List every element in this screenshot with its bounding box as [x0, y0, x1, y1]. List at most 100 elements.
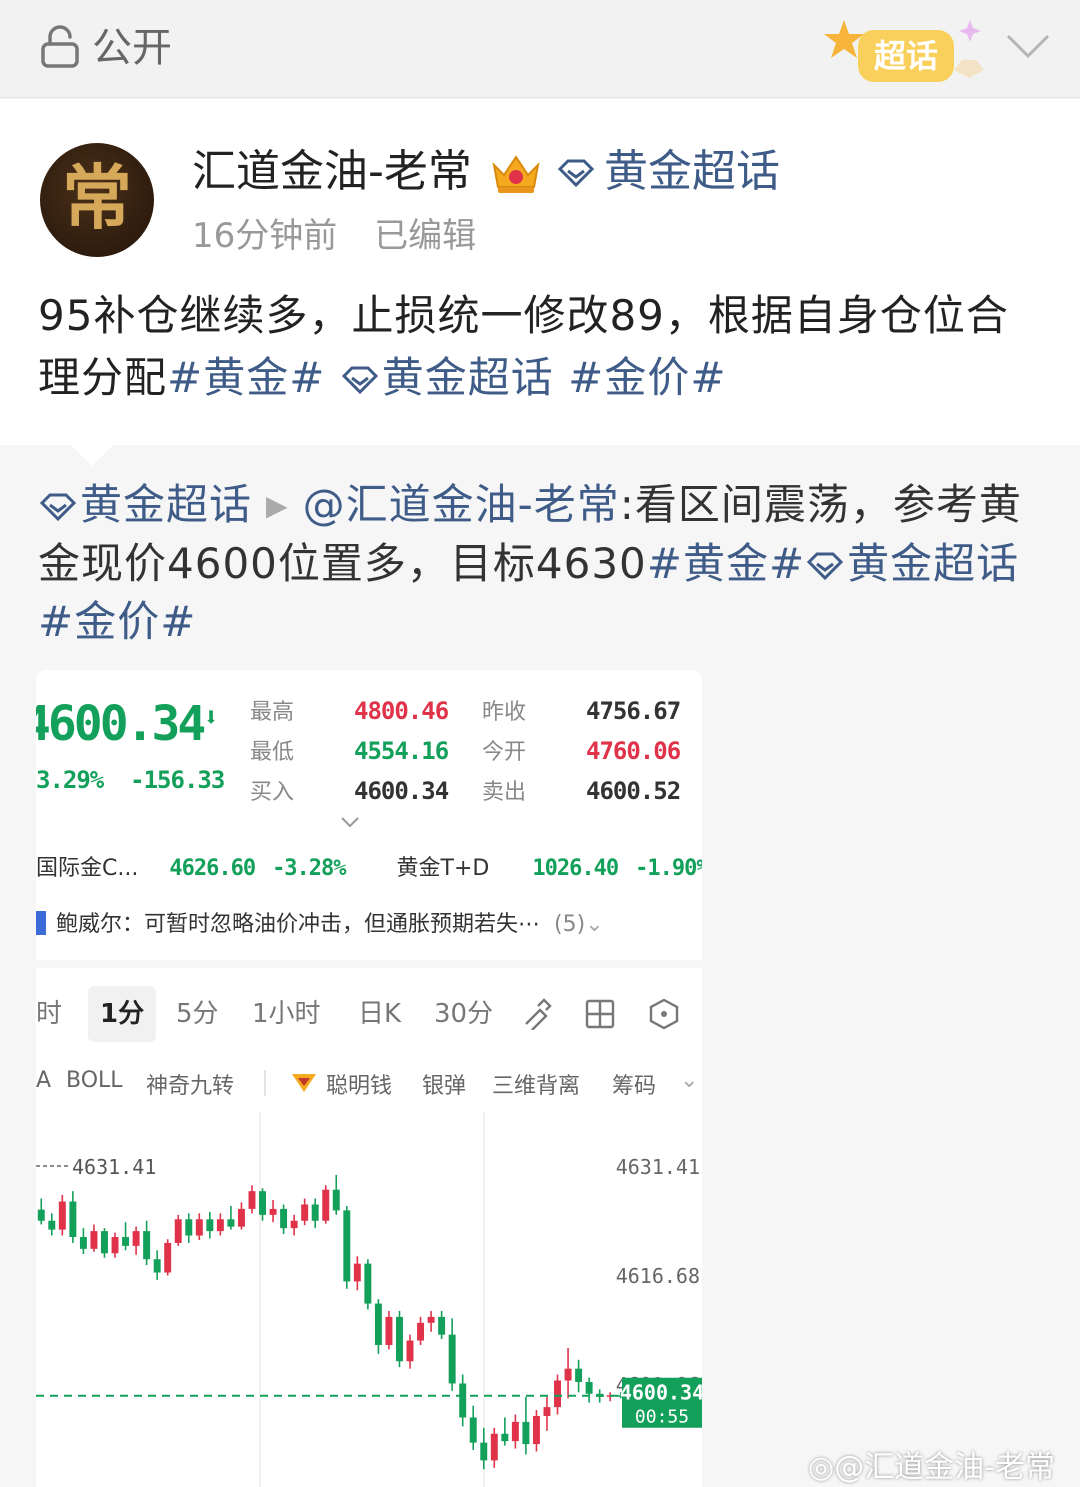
candle-50 — [564, 1368, 572, 1381]
candle-49 — [554, 1380, 561, 1408]
candle-19 — [237, 1208, 245, 1227]
candle-44 — [501, 1433, 509, 1442]
candle-38 — [438, 1316, 446, 1335]
related-quotes[interactable]: 国际金C... 4626.60 -3.28% 黄金T+D 1026.40 -1.… — [36, 850, 702, 882]
candle-32 — [374, 1303, 382, 1345]
tab-timeshare[interactable]: 时 — [36, 986, 62, 1042]
low-label: 最低 — [250, 740, 295, 765]
chevron-down-icon[interactable]: ⌄ — [680, 1068, 698, 1093]
badge-text: 超话 — [874, 37, 938, 75]
candle-48 — [543, 1407, 551, 1416]
diamond-icon — [807, 552, 844, 580]
tab-1hour[interactable]: 1小时 — [252, 986, 321, 1042]
repost-topic-link[interactable]: 黄金超话 — [38, 480, 252, 529]
mention-link[interactable]: @汇道金油-老常 — [303, 480, 620, 529]
candle-30 — [353, 1263, 361, 1282]
post-time: 16分钟前 — [192, 216, 338, 256]
open-label: 今开 — [482, 740, 527, 765]
candle-27 — [322, 1189, 330, 1221]
post-meta: 16分钟前 已编辑 — [192, 215, 476, 257]
related2-name: 黄金T+D — [396, 856, 490, 881]
chevron-down-icon[interactable] — [1004, 28, 1052, 64]
repost-hashtag-gold-price[interactable]: #金价# — [38, 597, 196, 646]
last-price: 4600.34⬇ — [36, 696, 219, 752]
hashtag-gold-price[interactable]: #金价# — [568, 353, 726, 402]
edited-label: 已编辑 — [374, 216, 477, 256]
chart-svg: 4631.414631.414616.684601.964600.3400:55 — [36, 1112, 702, 1487]
news-text: 鲍威尔：可暂时忽略油价冲击，但通胀预期若失⋯ — [56, 912, 541, 937]
candle-51 — [575, 1368, 583, 1382]
candle-10 — [143, 1231, 151, 1260]
tab-5min[interactable]: 5分 — [176, 986, 219, 1042]
topic-link-label: 黄金超话 — [381, 353, 554, 402]
candle-26 — [311, 1204, 319, 1221]
tab-daily-k[interactable]: 日K — [358, 986, 401, 1042]
candle-43 — [490, 1433, 498, 1461]
candle-2 — [58, 1201, 66, 1230]
candle-6 — [101, 1231, 108, 1254]
candle-15 — [195, 1219, 203, 1236]
indicator-silver-bullet[interactable]: 银弹 — [422, 1068, 466, 1100]
topic-link[interactable]: 黄金超话 — [604, 145, 780, 199]
candle-1 — [48, 1220, 56, 1230]
settings-hex-icon[interactable] — [648, 998, 680, 1030]
chevron-down-icon: ⌄ — [585, 912, 604, 937]
related2-pct: -1.90% — [635, 856, 702, 881]
indicator-boll[interactable]: BOLL — [66, 1068, 123, 1093]
change-pct: 3.29% — [36, 766, 104, 794]
y-tick-1: 4616.68 — [616, 1264, 700, 1288]
crown-icon — [492, 155, 540, 193]
indicator-row: A BOLL 神奇九转 聪明钱 银弹 三维背离 筹码 ⌄ — [36, 1064, 702, 1106]
indicator-smart-money[interactable]: 聪明钱 — [326, 1068, 392, 1100]
candle-18 — [227, 1219, 235, 1227]
candle-9 — [132, 1231, 140, 1246]
down-arrow-icon: ⬇ — [203, 703, 219, 733]
username[interactable]: 汇道金油-老常 — [192, 145, 472, 199]
repost-topic-link-2[interactable]: 黄金超话 — [805, 539, 1019, 588]
indicator-magic-nine[interactable]: 神奇九转 — [146, 1068, 234, 1100]
news-count: (5) — [554, 912, 586, 937]
candle-34 — [396, 1316, 403, 1362]
diamond-icon — [341, 366, 378, 394]
avatar-glyph: 常 — [62, 156, 132, 239]
indicator-3d-divergence[interactable]: 三维背离 — [492, 1068, 580, 1100]
price-change: 3.29% -156.33 — [36, 766, 225, 794]
high-value: 4800.46 — [354, 697, 449, 725]
related1-price: 4626.60 — [169, 856, 256, 881]
news-ticker[interactable]: 鲍威尔：可暂时忽略油价冲击，但通胀预期若失⋯ (5)⌄ — [36, 906, 604, 938]
related1-pct: -3.28% — [272, 856, 346, 881]
candlestick-chart[interactable]: 4631.414631.414616.684601.964600.3400:55 — [36, 1112, 702, 1487]
current-time-label: 00:55 — [635, 1407, 689, 1428]
related1-name: 国际金C... — [36, 856, 139, 881]
ask-value: 4600.52 — [586, 777, 681, 805]
visibility-label[interactable]: 公开 — [92, 24, 172, 72]
hashtag-gold[interactable]: #黄金# — [167, 353, 325, 402]
diamond-icon — [39, 493, 77, 521]
tab-1min[interactable]: 1分 — [88, 986, 157, 1042]
indicator-a[interactable]: A — [36, 1068, 51, 1093]
draw-pen-icon[interactable] — [520, 998, 552, 1030]
topic-link-inline[interactable]: 黄金超话 — [340, 353, 554, 402]
change-abs: -156.33 — [130, 766, 225, 794]
candle-52 — [585, 1381, 593, 1394]
open-value: 4760.06 — [586, 737, 681, 765]
attached-image[interactable]: 4600.34⬇ 3.29% -156.33 最高 4800.46 昨收 475… — [36, 670, 702, 1487]
repost-hashtag-gold[interactable]: #黄金# — [647, 539, 805, 588]
smart-money-icon — [292, 1074, 316, 1092]
grid-icon[interactable] — [584, 998, 616, 1030]
chaohua-badge-icon[interactable]: 超话 — [824, 18, 990, 92]
post-card: 常 汇道金油-老常 黄金超话 16分钟前 已编辑 95补仓继续多，止损统一修改8… — [0, 99, 1080, 445]
high-marker-label: 4631.41 — [72, 1155, 156, 1179]
tab-30min[interactable]: 30分 — [434, 986, 493, 1042]
candle-46 — [522, 1421, 530, 1445]
candle-36 — [417, 1322, 425, 1341]
lock-icon — [41, 25, 79, 68]
repost-pointer — [70, 444, 114, 466]
candle-45 — [511, 1421, 519, 1442]
divider — [264, 1070, 266, 1096]
candle-12 — [164, 1242, 172, 1273]
avatar[interactable]: 常 — [40, 143, 154, 257]
expand-chevron-icon[interactable] — [340, 816, 360, 828]
indicator-chips[interactable]: 筹码 — [612, 1068, 656, 1100]
candle-29 — [343, 1210, 351, 1282]
